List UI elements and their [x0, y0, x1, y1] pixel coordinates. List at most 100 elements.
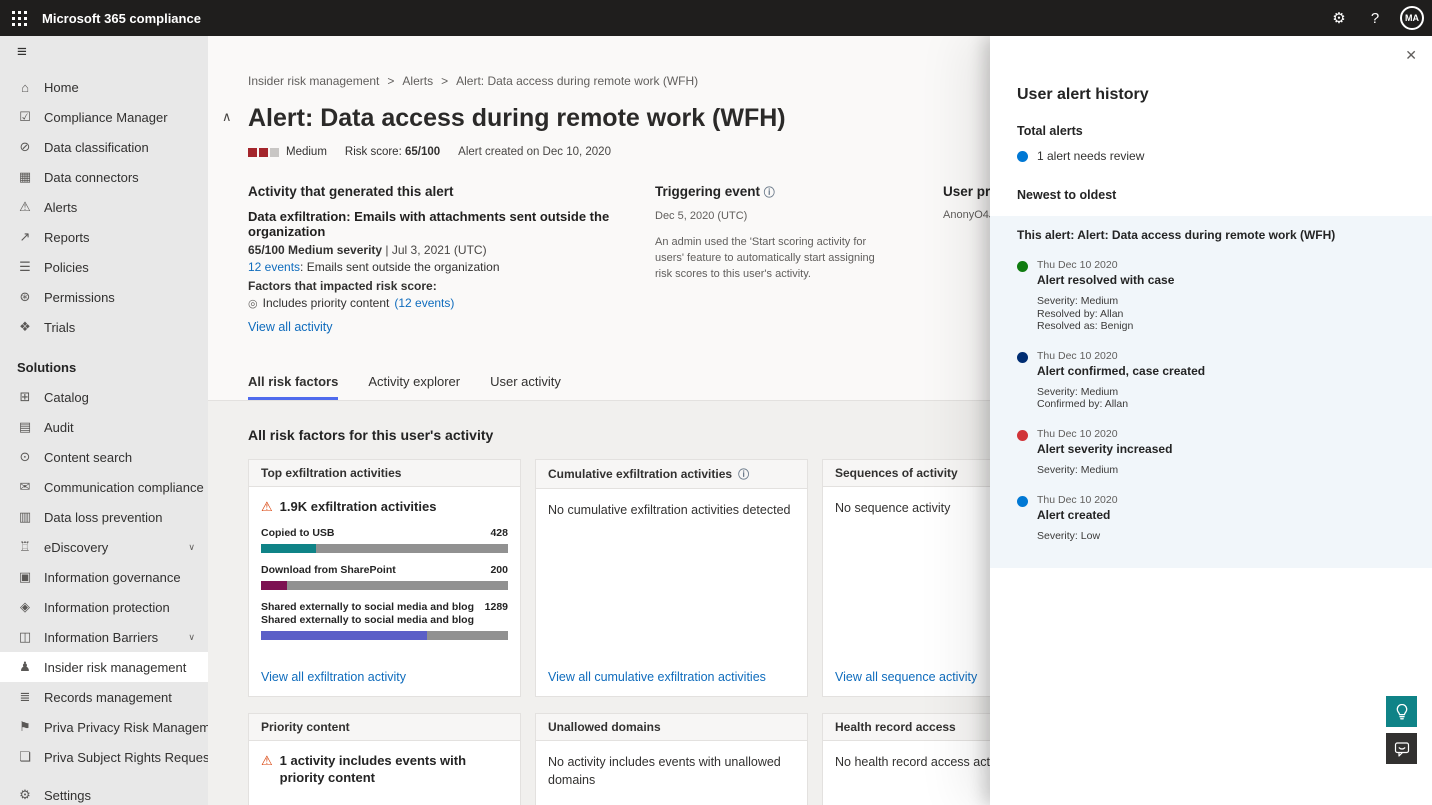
gear-icon: ⚙	[1332, 9, 1345, 27]
bar-track	[261, 581, 508, 590]
factor-events-link[interactable]: (12 events)	[394, 296, 454, 310]
event-title: Alert resolved with case	[1037, 273, 1174, 287]
compliance-manager-icon: ☑	[17, 109, 33, 125]
sidebar-item-information-barriers[interactable]: ◫ Information Barriers ∨	[0, 622, 208, 652]
sidebar-item-label: Trials	[44, 320, 75, 335]
search-icon: ⊙	[17, 449, 33, 465]
user-alert-history-panel: ✕ User alert history Total alerts 1 aler…	[990, 36, 1432, 805]
sidebar-item-label: Information protection	[44, 600, 170, 615]
total-alerts-label: Total alerts	[1017, 124, 1408, 138]
catalog-icon: ⊞	[17, 389, 33, 405]
sidebar-item-data-classification[interactable]: ⊘ Data classification	[0, 132, 208, 162]
sidebar-item-communication-compliance[interactable]: ✉ Communication compliance	[0, 472, 208, 502]
sidebar-item-compliance-manager[interactable]: ☑ Compliance Manager	[0, 102, 208, 132]
sidebar-item-catalog[interactable]: ⊞ Catalog	[0, 382, 208, 412]
event-dot-icon	[1017, 352, 1028, 363]
sidebar-item-label: Data connectors	[44, 170, 139, 185]
chevron-down-icon: ∨	[188, 632, 195, 643]
sidebar-item-label: Data loss prevention	[44, 510, 163, 525]
view-all-exfiltration-link[interactable]: View all exfiltration activity	[261, 670, 508, 684]
warning-icon: ⚠	[261, 753, 273, 770]
sidebar-item-records-management[interactable]: ≣ Records management	[0, 682, 208, 712]
sidebar-item-priva-privacy-risk[interactable]: ⚑ Priva Privacy Risk Managem… ∨	[0, 712, 208, 742]
sidebar-item-label: Policies	[44, 260, 89, 275]
bar-fill	[261, 581, 287, 590]
events-link[interactable]: 12 events	[248, 260, 300, 274]
breadcrumb-separator-icon: >	[441, 74, 448, 88]
triggering-event-date: Dec 5, 2020 (UTC)	[655, 209, 901, 225]
info-icon[interactable]: ⓘ	[738, 466, 749, 482]
collapse-chevron-icon[interactable]: ∧	[222, 109, 232, 125]
bar-track	[261, 631, 508, 640]
sidebar-item-audit[interactable]: ▤ Audit	[0, 412, 208, 442]
tab-user-activity[interactable]: User activity	[490, 374, 561, 400]
alert-created-label: Alert created on Dec 10, 2020	[458, 146, 611, 158]
priva-privacy-icon: ⚑	[17, 719, 33, 735]
event-detail: Resolved by: Allan	[1037, 308, 1174, 321]
help-button[interactable]: ?	[1360, 3, 1390, 33]
information-protection-icon: ◈	[17, 599, 33, 615]
sidebar-item-information-governance[interactable]: ▣ Information governance	[0, 562, 208, 592]
event-detail: Severity: Medium	[1037, 386, 1205, 399]
event-detail: Severity: Medium	[1037, 464, 1172, 477]
bar-fill	[261, 631, 427, 640]
data-connectors-icon: ▦	[17, 169, 33, 185]
event-detail: Confirmed by: Allan	[1037, 398, 1205, 411]
activity-summary: Activity that generated this alert Data …	[248, 184, 653, 334]
view-all-activity-link[interactable]: View all activity	[248, 320, 333, 334]
breadcrumb-alerts[interactable]: Alerts	[402, 74, 433, 88]
bar-copied-to-usb: Copied to USB 428	[261, 527, 508, 553]
ediscovery-icon: ♖	[17, 539, 33, 555]
sidebar-item-ediscovery[interactable]: ♖ eDiscovery ∨	[0, 532, 208, 562]
records-management-icon: ≣	[17, 689, 33, 705]
hamburger-icon: ≡	[17, 42, 27, 62]
gear-icon: ⚙	[17, 787, 33, 803]
card-priority-content: Priority content ⚠ 1 activity includes e…	[248, 713, 521, 805]
severity-square	[259, 148, 268, 157]
avatar[interactable]: MA	[1400, 6, 1424, 30]
sidebar-item-data-loss-prevention[interactable]: ▥ Data loss prevention	[0, 502, 208, 532]
sidebar-item-trials[interactable]: ❖ Trials	[0, 312, 208, 342]
sidebar-item-insider-risk-management[interactable]: ♟ Insider risk management	[0, 652, 208, 682]
breadcrumb-current: Alert: Data access during remote work (W…	[456, 74, 698, 88]
sidebar-item-label: Information governance	[44, 570, 181, 585]
floating-buttons	[1386, 696, 1417, 764]
activity-severity-line: 65/100 Medium severity | Jul 3, 2021 (UT…	[248, 243, 653, 257]
tab-activity-explorer[interactable]: Activity explorer	[368, 374, 460, 400]
sidebar-item-settings[interactable]: ⚙ Settings	[0, 780, 208, 805]
sidebar-item-information-protection[interactable]: ◈ Information protection	[0, 592, 208, 622]
priority-content-icon: ◎	[248, 297, 258, 310]
sidebar-item-home[interactable]: ⌂ Home	[0, 72, 208, 102]
sidebar-item-label: Audit	[44, 420, 74, 435]
priority-content-alert: ⚠ 1 activity includes events with priori…	[261, 753, 508, 787]
bar-shared-externally: Shared externally to social media and bl…	[261, 601, 508, 640]
priority-content-factor: ◎ Includes priority content (12 events)	[248, 296, 653, 310]
close-icon[interactable]: ✕	[1405, 47, 1417, 64]
breadcrumb-insider-risk-management[interactable]: Insider risk management	[248, 74, 379, 88]
tab-all-risk-factors[interactable]: All risk factors	[248, 374, 338, 400]
bar-track	[261, 544, 508, 553]
sidebar-item-label: Compliance Manager	[44, 110, 168, 125]
sidebar-item-permissions[interactable]: ⊛ Permissions	[0, 282, 208, 312]
sidebar-item-content-search[interactable]: ⊙ Content search	[0, 442, 208, 472]
app-launcher-button[interactable]	[0, 0, 38, 36]
sidebar-item-reports[interactable]: ↗ Reports	[0, 222, 208, 252]
sidebar-item-label: Home	[44, 80, 79, 95]
diagnostics-button[interactable]	[1386, 696, 1417, 727]
sidebar-item-data-connectors[interactable]: ▦ Data connectors	[0, 162, 208, 192]
sidebar-divider	[0, 772, 208, 780]
sidebar-item-label: Data classification	[44, 140, 149, 155]
alerts-icon: ⚠	[17, 199, 33, 215]
severity-square	[270, 148, 279, 157]
sidebar-collapse-button[interactable]: ≡	[0, 36, 208, 68]
event-dot-icon	[1017, 430, 1028, 441]
sidebar-item-policies[interactable]: ☰ Policies	[0, 252, 208, 282]
view-all-cumulative-link[interactable]: View all cumulative exfiltration activit…	[548, 670, 795, 684]
sidebar-item-priva-subject-rights[interactable]: ❏ Priva Subject Rights Requests	[0, 742, 208, 772]
feedback-button[interactable]	[1386, 733, 1417, 764]
info-icon[interactable]: ⓘ	[764, 187, 775, 199]
sidebar-item-alerts[interactable]: ⚠ Alerts	[0, 192, 208, 222]
settings-gear-button[interactable]: ⚙	[1324, 3, 1354, 33]
communication-compliance-icon: ✉	[17, 479, 33, 495]
help-icon: ?	[1371, 10, 1379, 27]
